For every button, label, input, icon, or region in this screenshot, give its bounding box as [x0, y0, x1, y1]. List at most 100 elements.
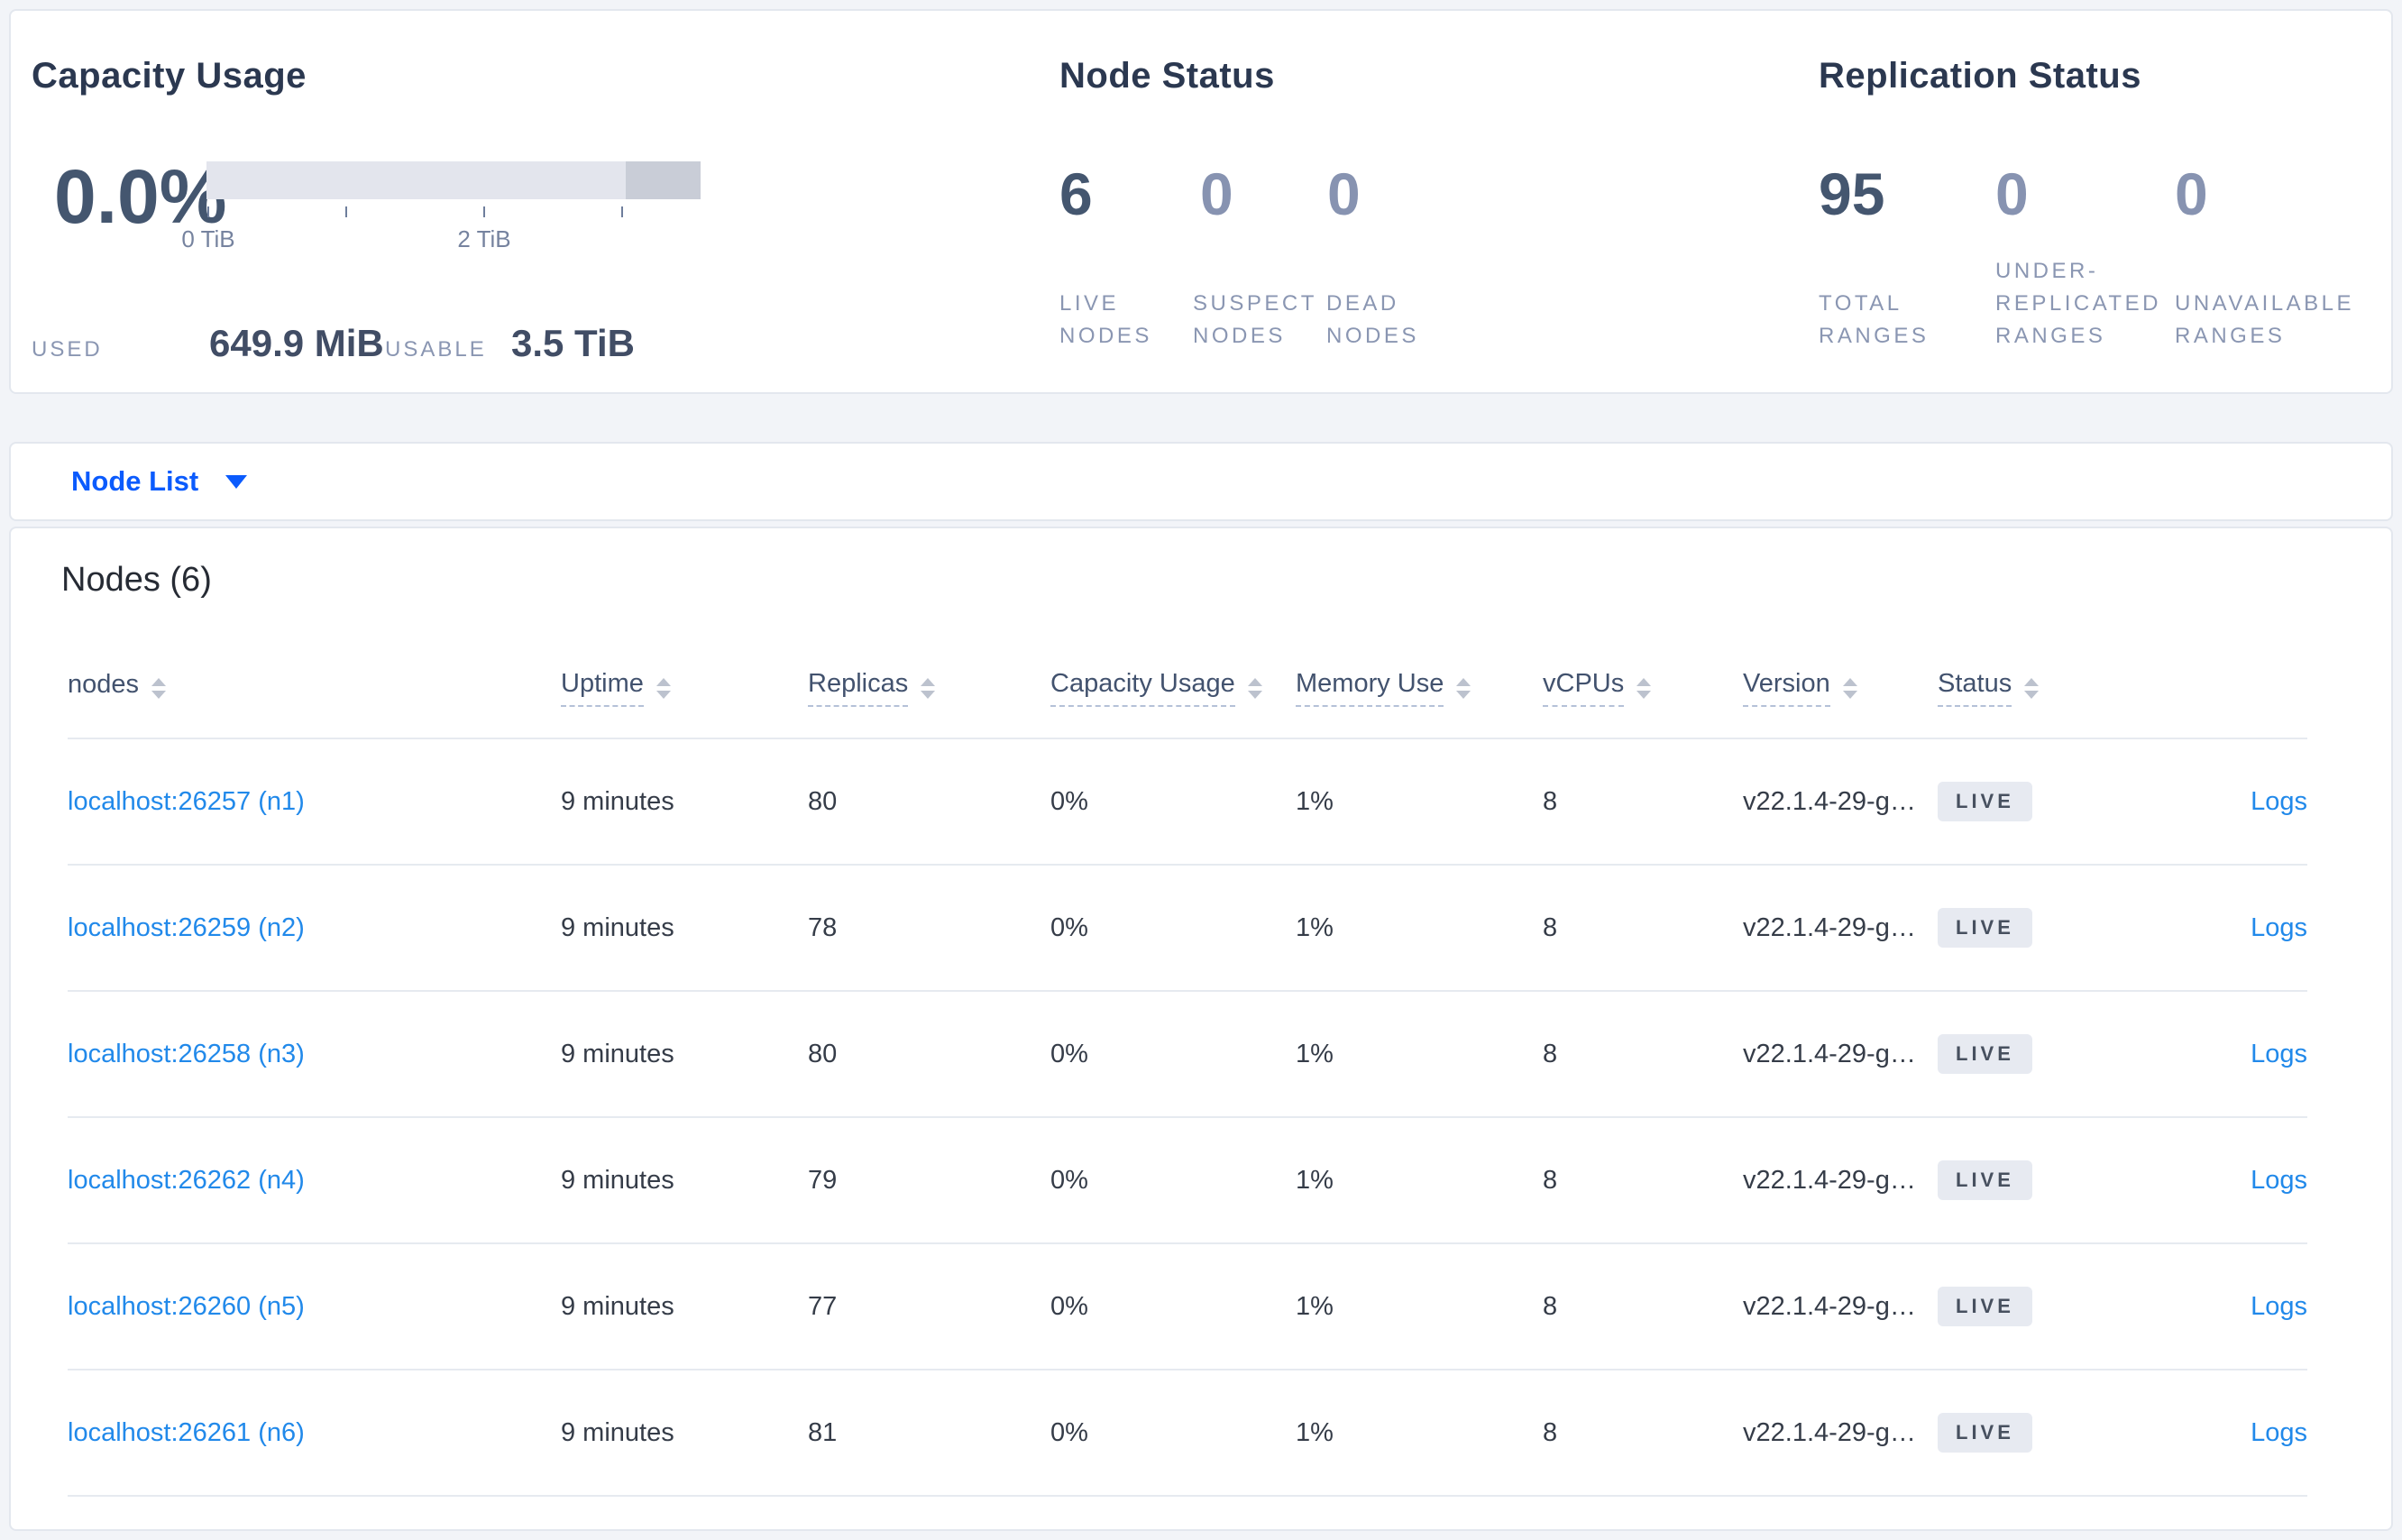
- suspect-nodes-count: 0: [1200, 160, 1233, 227]
- used-value: 649.9 MiB: [209, 322, 384, 364]
- suspect-nodes-label: SUSPECT NODES: [1193, 291, 1317, 348]
- table-row: localhost:26261 (n6) 9 minutes 81 0% 1% …: [68, 1370, 2307, 1497]
- unavailable-ranges-label: UNAVAILABLE RANGES: [2175, 291, 2355, 348]
- memory-cell: 1%: [1296, 1039, 1334, 1068]
- status-badge: LIVE: [1938, 1286, 2032, 1327]
- sort-icon[interactable]: [1456, 677, 1471, 699]
- sort-icon[interactable]: [1842, 677, 1857, 699]
- logs-link[interactable]: Logs: [2251, 1418, 2307, 1447]
- vcpus-cell: 8: [1543, 1291, 1558, 1321]
- total-ranges-label: TOTAL RANGES: [1819, 291, 1930, 348]
- dead-nodes-label: DEAD NODES: [1326, 291, 1419, 348]
- node-list-dropdown-label[interactable]: Node List: [71, 465, 198, 498]
- memory-cell: 1%: [1296, 912, 1334, 942]
- capacity-cell: 0%: [1050, 1165, 1088, 1195]
- uptime-cell: 9 minutes: [561, 1039, 674, 1068]
- node-link[interactable]: localhost:26261 (n6): [68, 1418, 305, 1447]
- used-label: USED: [32, 337, 103, 362]
- column-header-replicas[interactable]: Replicas: [808, 669, 1050, 707]
- dead-nodes-count: 0: [1327, 160, 1361, 227]
- under-replicated-ranges-count: 0: [1995, 160, 2029, 227]
- node-link[interactable]: localhost:26257 (n1): [68, 787, 305, 816]
- axis-tick: [345, 206, 347, 217]
- capacity-bar-segment: [626, 161, 701, 199]
- table-row: localhost:26262 (n4) 9 minutes 79 0% 1% …: [68, 1118, 2307, 1244]
- node-status-title: Node Status: [1059, 56, 1275, 96]
- column-header-uptime[interactable]: Uptime: [561, 669, 808, 707]
- replicas-cell: 79: [808, 1165, 838, 1195]
- status-badge: LIVE: [1938, 1412, 2032, 1453]
- capacity-percent: 0.0%: [54, 154, 227, 239]
- uptime-cell: 9 minutes: [561, 1165, 674, 1195]
- version-cell: v22.1.4-29-g…: [1743, 786, 1916, 816]
- logs-link[interactable]: Logs: [2251, 787, 2307, 816]
- vcpus-cell: 8: [1543, 1417, 1558, 1447]
- summary-card: Capacity Usage 0.0% 0 TiB 2 TiB USED 649…: [9, 9, 2393, 394]
- column-header-status[interactable]: Status: [1938, 669, 2199, 707]
- node-link[interactable]: localhost:26260 (n5): [68, 1292, 305, 1321]
- nodes-panel: Nodes (6) nodes Uptime Replicas Capacity…: [9, 527, 2393, 1531]
- column-header-capacity-usage[interactable]: Capacity Usage: [1050, 669, 1296, 707]
- version-cell: v22.1.4-29-g…: [1743, 912, 1916, 942]
- logs-link[interactable]: Logs: [2251, 913, 2307, 942]
- version-cell: v22.1.4-29-g…: [1743, 1039, 1916, 1068]
- axis-tick: [621, 206, 623, 217]
- vcpus-cell: 8: [1543, 786, 1558, 816]
- uptime-cell: 9 minutes: [561, 786, 674, 816]
- sort-icon[interactable]: [656, 677, 671, 699]
- vcpus-cell: 8: [1543, 912, 1558, 942]
- version-cell: v22.1.4-29-g…: [1743, 1417, 1916, 1447]
- column-header-memory-use[interactable]: Memory Use: [1296, 669, 1543, 707]
- node-list-dropdown[interactable]: Node List: [9, 442, 2393, 521]
- capacity-cell: 0%: [1050, 786, 1088, 816]
- capacity-cell: 0%: [1050, 1417, 1088, 1447]
- version-cell: v22.1.4-29-g…: [1743, 1165, 1916, 1195]
- axis-tick: [207, 206, 209, 217]
- replicas-cell: 78: [808, 912, 838, 942]
- uptime-cell: 9 minutes: [561, 1291, 674, 1321]
- axis-tick-label: 0 TiB: [181, 225, 235, 252]
- capacity-cell: 0%: [1050, 912, 1088, 942]
- axis-tick-label: 2 TiB: [457, 225, 511, 252]
- capacity-cell: 0%: [1050, 1291, 1088, 1321]
- capacity-usage-title: Capacity Usage: [32, 56, 307, 96]
- memory-cell: 1%: [1296, 1165, 1334, 1195]
- node-link[interactable]: localhost:26262 (n4): [68, 1166, 305, 1195]
- nodes-table: nodes Uptime Replicas Capacity Usage Mem…: [68, 638, 2307, 1497]
- column-header-vcpus[interactable]: vCPUs: [1543, 669, 1743, 707]
- usable-value: 3.5 TiB: [511, 322, 635, 364]
- table-row: localhost:26258 (n3) 9 minutes 80 0% 1% …: [68, 992, 2307, 1118]
- table-row: localhost:26257 (n1) 9 minutes 80 0% 1% …: [68, 739, 2307, 866]
- capacity-bar-chart: [206, 161, 701, 199]
- memory-cell: 1%: [1296, 786, 1334, 816]
- vcpus-cell: 8: [1543, 1039, 1558, 1068]
- live-nodes-label: LIVE NODES: [1059, 291, 1152, 348]
- sort-icon[interactable]: [921, 677, 936, 699]
- uptime-cell: 9 minutes: [561, 1417, 674, 1447]
- total-ranges-count: 95: [1819, 160, 1885, 227]
- column-header-nodes[interactable]: nodes: [68, 670, 561, 706]
- replicas-cell: 80: [808, 1039, 838, 1068]
- node-link[interactable]: localhost:26258 (n3): [68, 1040, 305, 1068]
- axis-tick: [483, 206, 485, 217]
- status-badge: LIVE: [1938, 1033, 2032, 1075]
- replicas-cell: 80: [808, 786, 838, 816]
- logs-link[interactable]: Logs: [2251, 1040, 2307, 1068]
- status-badge: LIVE: [1938, 781, 2032, 822]
- sort-icon[interactable]: [151, 677, 167, 699]
- table-row: localhost:26260 (n5) 9 minutes 77 0% 1% …: [68, 1244, 2307, 1370]
- table-row: localhost:26259 (n2) 9 minutes 78 0% 1% …: [68, 866, 2307, 992]
- logs-link[interactable]: Logs: [2251, 1166, 2307, 1195]
- vcpus-cell: 8: [1543, 1165, 1558, 1195]
- capacity-cell: 0%: [1050, 1039, 1088, 1068]
- sort-icon[interactable]: [1636, 677, 1652, 699]
- replicas-cell: 77: [808, 1291, 838, 1321]
- sort-icon[interactable]: [1247, 677, 1262, 699]
- memory-cell: 1%: [1296, 1417, 1334, 1447]
- chevron-down-icon: [225, 474, 248, 489]
- column-header-version[interactable]: Version: [1743, 669, 1938, 707]
- sort-icon[interactable]: [2024, 677, 2040, 699]
- replicas-cell: 81: [808, 1417, 838, 1447]
- node-link[interactable]: localhost:26259 (n2): [68, 913, 305, 942]
- logs-link[interactable]: Logs: [2251, 1292, 2307, 1321]
